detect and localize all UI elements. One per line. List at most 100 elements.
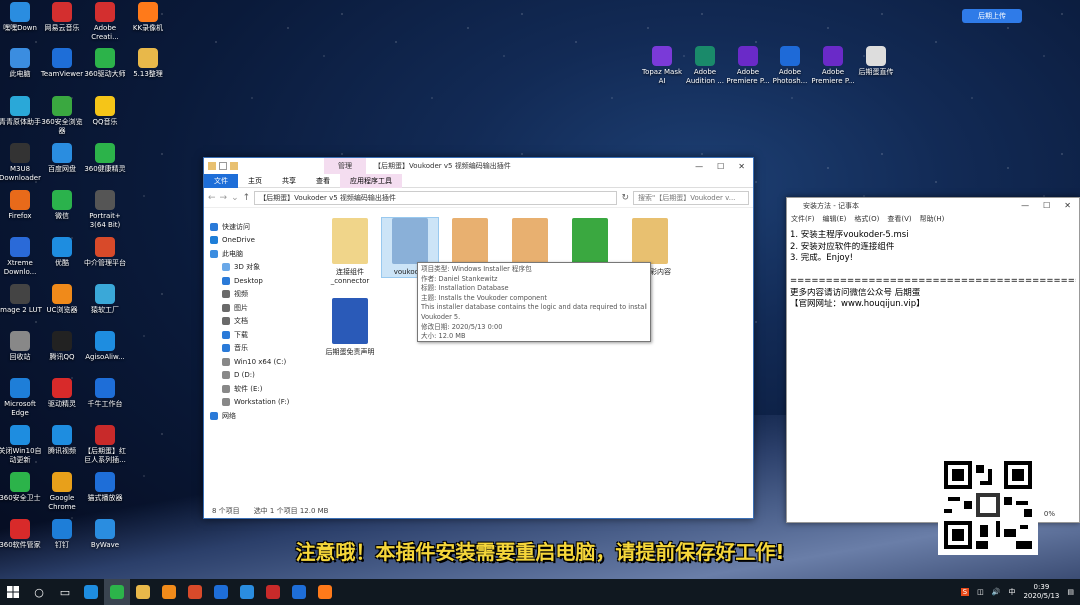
- start-button[interactable]: [0, 579, 26, 605]
- tab-file[interactable]: 文件: [204, 173, 238, 188]
- desktop-icon[interactable]: Portrait+ 3(64 Bit): [83, 190, 127, 230]
- nav-item[interactable]: Workstation (F:): [204, 396, 310, 410]
- notepad-menu-item[interactable]: 编辑(E): [823, 214, 847, 226]
- properties-icon[interactable]: [219, 162, 227, 170]
- desktop-icon[interactable]: KK录像机: [126, 2, 170, 33]
- desktop-icon[interactable]: Adobe Audition ...: [683, 46, 727, 86]
- notepad-text-area[interactable]: 1. 安装主程序voukoder-5.msi 2. 安装对应软件的连接组件 3. 完…: [787, 226, 1079, 315]
- nav-item[interactable]: 快速访问: [204, 220, 310, 234]
- desktop-icon[interactable]: 中介管理平台: [83, 237, 127, 268]
- taskbar-app-button[interactable]: [78, 579, 104, 605]
- desktop-icon[interactable]: Topaz Mask AI: [640, 46, 684, 86]
- desktop-icon[interactable]: UC浏览器: [40, 284, 84, 315]
- desktop-icon[interactable]: Adobe Photosh...: [768, 46, 812, 86]
- nav-item[interactable]: OneDrive: [204, 234, 310, 248]
- taskbar-app-button[interactable]: [286, 579, 312, 605]
- ime-indicator[interactable]: 中: [1008, 587, 1015, 597]
- desktop-icon[interactable]: 360驱动大师: [83, 48, 127, 79]
- maximize-icon[interactable]: ☐: [1043, 198, 1050, 214]
- desktop-icon[interactable]: 猿软工厂: [83, 284, 127, 315]
- tab-view[interactable]: 查看: [306, 174, 340, 188]
- desktop-icon[interactable]: 千牛工作台: [83, 378, 127, 409]
- desktop-icon[interactable]: 360安全浏览器: [40, 96, 84, 136]
- up-arrow-icon[interactable]: ↑: [243, 193, 251, 203]
- file-item[interactable]: 后期蛋免责声明: [322, 298, 378, 357]
- taskbar-app-button[interactable]: [104, 579, 130, 605]
- nav-item[interactable]: 下载: [204, 328, 310, 342]
- taskbar-app-button[interactable]: [130, 579, 156, 605]
- desktop-icon[interactable]: Adobe Creati...: [83, 2, 127, 42]
- nav-item[interactable]: 音乐: [204, 342, 310, 356]
- file-item[interactable]: [442, 218, 498, 268]
- nav-item[interactable]: 3D 对象: [204, 261, 310, 275]
- maximize-icon[interactable]: ☐: [717, 162, 724, 171]
- desktop-icon[interactable]: 猫式播放器: [83, 472, 127, 503]
- desktop-icon[interactable]: Google Chrome: [40, 472, 84, 512]
- taskbar-app-button[interactable]: [312, 579, 338, 605]
- desktop-icon[interactable]: 腾讯视频: [40, 425, 84, 456]
- desktop-icon[interactable]: 360健康精灵: [83, 143, 127, 174]
- file-item[interactable]: [502, 218, 558, 268]
- desktop-icon[interactable]: Xtreme Downlo...: [0, 237, 42, 277]
- volume-icon[interactable]: 🔊: [992, 588, 1001, 596]
- search-icon[interactable]: ○: [26, 579, 52, 605]
- desktop-icon[interactable]: 青青原体助手: [0, 96, 42, 127]
- desktop-icon[interactable]: 关闭Win10自动更新: [0, 425, 42, 465]
- task-view-icon[interactable]: ▭: [52, 579, 78, 605]
- minimize-icon[interactable]: —: [1021, 198, 1029, 214]
- taskbar-app-button[interactable]: [260, 579, 286, 605]
- nav-item[interactable]: 网络: [204, 409, 310, 423]
- desktop-icon[interactable]: Microsoft Edge: [0, 378, 42, 418]
- nav-item[interactable]: 此电脑: [204, 247, 310, 261]
- desktop-icon[interactable]: 网易云音乐: [40, 2, 84, 33]
- desktop-icon[interactable]: TeamViewer: [40, 48, 84, 79]
- desktop-icon[interactable]: 此电脑: [0, 48, 42, 79]
- close-icon[interactable]: ✕: [738, 162, 745, 171]
- nav-item[interactable]: 文档: [204, 315, 310, 329]
- desktop-icon[interactable]: 回收站: [0, 331, 42, 362]
- clock[interactable]: 0:39 2020/5/13: [1023, 583, 1059, 601]
- nav-item[interactable]: Win10 x64 (C:): [204, 355, 310, 369]
- minimize-icon[interactable]: —: [695, 162, 703, 171]
- taskbar-app-button[interactable]: [234, 579, 260, 605]
- desktop-icon[interactable]: QQ音乐: [83, 96, 127, 127]
- nav-item[interactable]: 软件 (E:): [204, 382, 310, 396]
- tab-manage[interactable]: 管理: [324, 158, 366, 174]
- new-folder-icon[interactable]: [230, 162, 238, 170]
- tab-app-tools[interactable]: 应用程序工具: [340, 173, 402, 188]
- desktop-icon[interactable]: 嘿嘿Down: [0, 2, 42, 33]
- search-input[interactable]: 搜索"【后期蛋】Voukoder v...: [633, 190, 749, 205]
- desktop-icon[interactable]: Adobe Premiere P...: [726, 46, 770, 86]
- desktop-icon[interactable]: 后期蛋直传: [854, 46, 898, 77]
- desktop-icon[interactable]: AgisoAliw...: [83, 331, 127, 362]
- forward-arrow-icon[interactable]: →: [220, 193, 228, 203]
- desktop-icon[interactable]: 【后期蛋】红巨人系列插...: [83, 425, 127, 465]
- file-item[interactable]: 连接组件_connector: [322, 218, 378, 286]
- refresh-icon[interactable]: ↻: [621, 193, 629, 203]
- notepad-menu-item[interactable]: 帮助(H): [920, 214, 945, 226]
- notepad-menu-item[interactable]: 文件(F): [791, 214, 815, 226]
- desktop-icon[interactable]: 5.13整理: [126, 48, 170, 79]
- nav-item[interactable]: 图片: [204, 301, 310, 315]
- desktop-icon[interactable]: Image 2 LUT: [0, 284, 42, 315]
- network-icon[interactable]: ◫: [977, 588, 984, 596]
- notepad-menu-item[interactable]: 格式(O): [854, 214, 879, 226]
- close-icon[interactable]: ✕: [1064, 198, 1071, 214]
- nav-item[interactable]: D (D:): [204, 369, 310, 383]
- recent-dropdown-icon[interactable]: ⌄: [231, 193, 239, 203]
- desktop-icon[interactable]: 腾讯QQ: [40, 331, 84, 362]
- desktop-icon[interactable]: 驱动精灵: [40, 378, 84, 409]
- desktop-icon[interactable]: Adobe Premiere P...: [811, 46, 855, 86]
- nav-item[interactable]: Desktop: [204, 274, 310, 288]
- taskbar-app-button[interactable]: [208, 579, 234, 605]
- nav-item[interactable]: 视频: [204, 288, 310, 302]
- desktop-icon[interactable]: M3U8 Downloader: [0, 143, 42, 183]
- upload-button[interactable]: 后期上传: [962, 9, 1022, 23]
- sogou-ime-icon[interactable]: S: [960, 588, 970, 596]
- desktop-icon[interactable]: 360安全卫士: [0, 472, 42, 503]
- address-input[interactable]: 【后期蛋】Voukoder v5 视频编码输出插件: [254, 190, 618, 205]
- back-arrow-icon[interactable]: ←: [208, 193, 216, 203]
- desktop-icon[interactable]: 微信: [40, 190, 84, 221]
- tab-home[interactable]: 主页: [238, 174, 272, 188]
- notification-icon[interactable]: ▤: [1067, 588, 1074, 596]
